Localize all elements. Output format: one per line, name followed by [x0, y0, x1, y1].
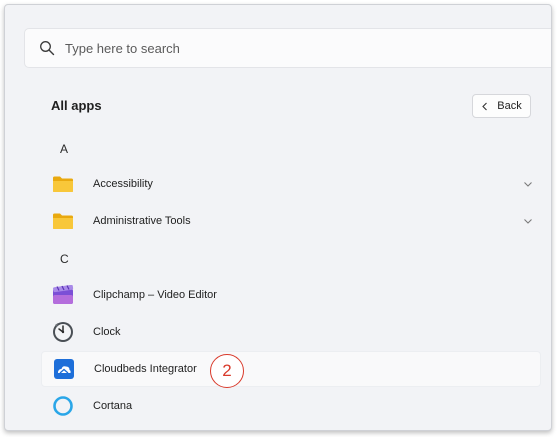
- app-label: Cortana: [93, 400, 133, 412]
- chevron-down-icon[interactable]: [523, 217, 533, 225]
- app-item-clipchamp[interactable]: Clipchamp – Video Editor: [41, 277, 541, 313]
- clock-icon: [52, 321, 74, 343]
- app-item-accessibility[interactable]: Accessibility: [41, 166, 541, 202]
- app-label: Clock: [93, 326, 121, 338]
- all-apps-heading: All apps: [51, 98, 102, 113]
- folder-icon: [52, 210, 74, 232]
- chevron-left-icon: [482, 102, 488, 110]
- search-icon: [40, 41, 55, 56]
- chevron-down-icon[interactable]: [523, 180, 533, 188]
- search-box[interactable]: Type here to search: [24, 28, 551, 68]
- app-item-clock[interactable]: Clock: [41, 314, 541, 350]
- search-placeholder: Type here to search: [65, 40, 180, 56]
- back-button[interactable]: Back: [472, 94, 531, 118]
- cortana-icon: [52, 395, 74, 417]
- clipchamp-icon: [52, 284, 74, 306]
- app-item-cloudbeds-integrator[interactable]: Cloudbeds Integrator: [41, 351, 541, 387]
- app-item-cortana[interactable]: Cortana: [41, 388, 541, 424]
- step-number-callout: 2: [210, 354, 244, 388]
- app-label: Clipchamp – Video Editor: [93, 289, 217, 301]
- folder-icon: [52, 173, 74, 195]
- section-letter-c[interactable]: C: [60, 252, 69, 266]
- cloudbeds-icon: [53, 358, 75, 380]
- back-button-label: Back: [497, 100, 522, 112]
- app-label: Administrative Tools: [93, 215, 191, 227]
- app-label: Accessibility: [93, 178, 153, 190]
- section-letter-a[interactable]: A: [60, 142, 68, 156]
- app-item-administrative-tools[interactable]: Administrative Tools: [41, 203, 541, 239]
- app-label: Cloudbeds Integrator: [94, 363, 197, 375]
- start-menu-panel: Type here to search All apps Back A Acce…: [4, 4, 552, 431]
